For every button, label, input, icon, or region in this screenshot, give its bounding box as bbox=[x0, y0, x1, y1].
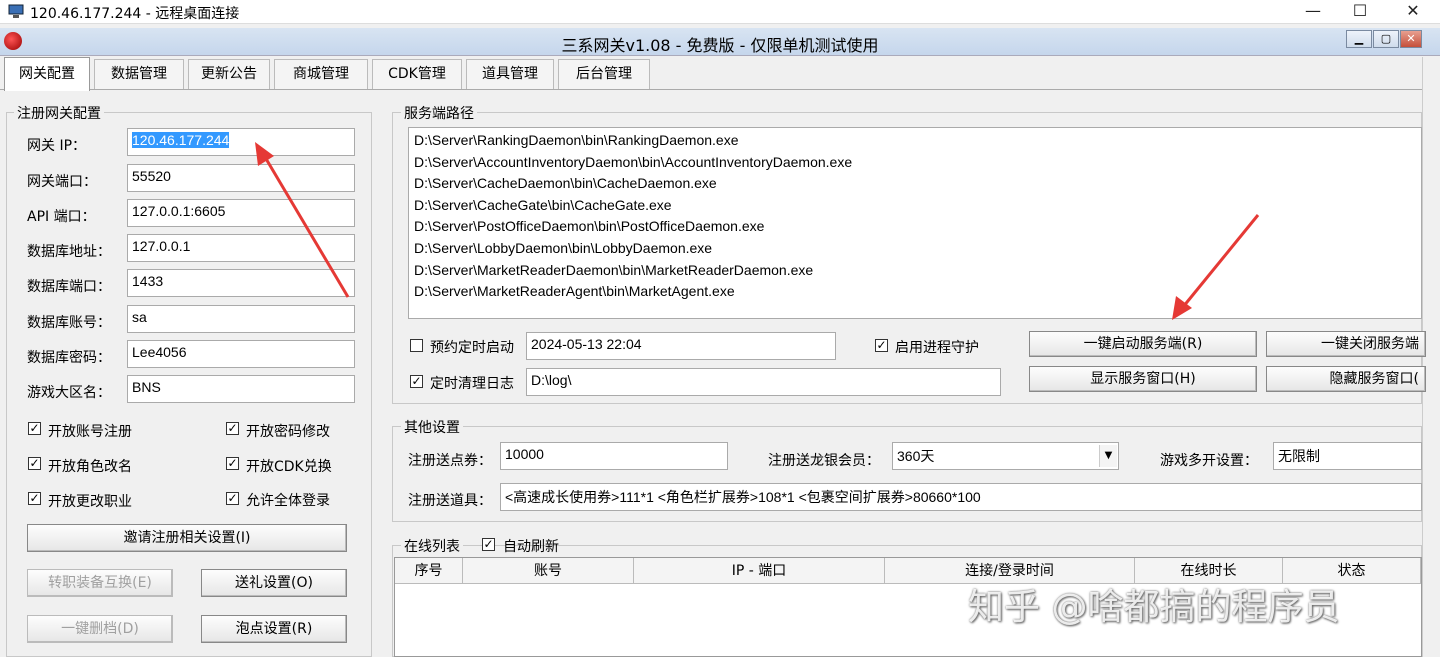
zhihu-watermark: 知乎 @啥都搞的程序员 bbox=[968, 587, 1340, 628]
arrow-to-start-button bbox=[1172, 214, 1260, 320]
annotation-arrows bbox=[255, 142, 1260, 320]
arrow-to-gateway-ip bbox=[255, 142, 350, 298]
tab-gateway-config[interactable]: 网关配置 bbox=[4, 57, 90, 91]
